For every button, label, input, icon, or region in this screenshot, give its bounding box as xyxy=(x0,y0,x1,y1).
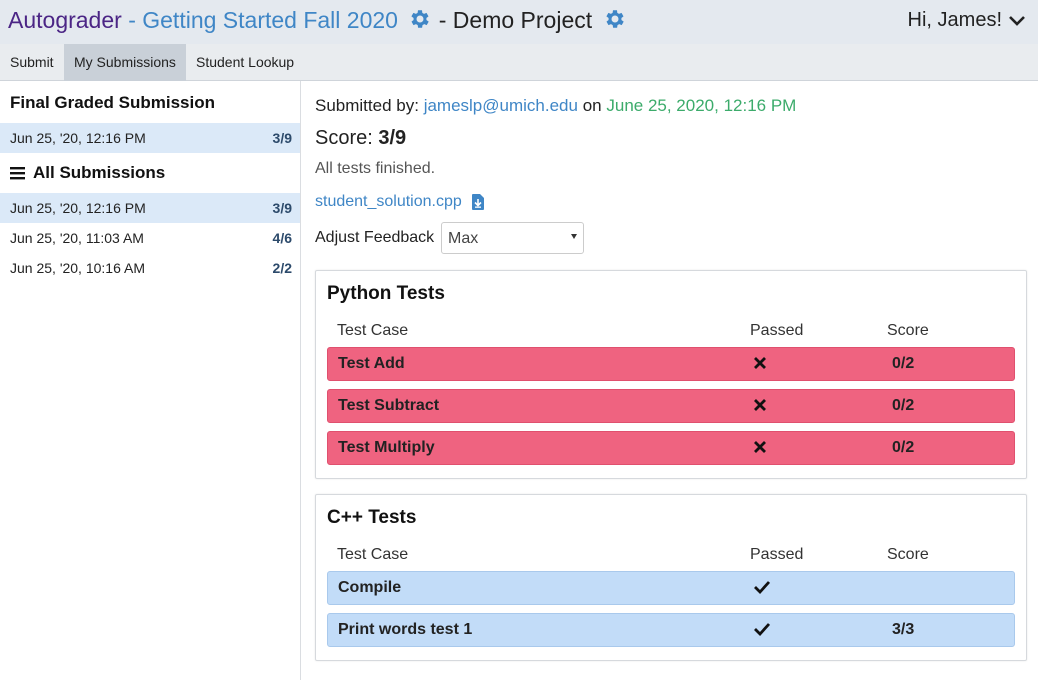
tab-student-lookup[interactable]: Student Lookup xyxy=(186,44,304,81)
score-line: Score: 3/9 xyxy=(315,127,406,150)
status-text: All tests finished. xyxy=(315,160,436,177)
col-header-score: Score xyxy=(887,322,929,339)
suite-title: Python Tests xyxy=(327,283,445,304)
project-settings-gear-icon[interactable] xyxy=(603,7,627,37)
breadcrumb: Autograder - Getting Started Fall 2020 -… xyxy=(8,6,627,37)
submission-timestamp: June 25, 2020, 12:16 PM xyxy=(606,96,797,115)
final-graded-heading: Final Graded Submission xyxy=(10,93,215,112)
tab-submit[interactable]: Submit xyxy=(0,44,64,81)
course-title[interactable]: - Getting Started Fall 2020 xyxy=(128,7,398,33)
test-row[interactable]: Test Subtract 0/2 xyxy=(327,389,1015,423)
submission-date: Jun 25, '20, 11:03 AM xyxy=(10,230,144,246)
test-name: Test Subtract xyxy=(338,397,440,414)
check-icon xyxy=(753,579,771,600)
submissions-sidebar: Final Graded Submission Jun 25, '20, 12:… xyxy=(0,81,301,680)
test-score: 0/2 xyxy=(892,355,915,372)
test-name: Compile xyxy=(338,579,402,596)
tab-bar: Submit My Submissions Student Lookup xyxy=(0,44,1038,81)
project-title[interactable]: - Demo Project xyxy=(439,7,592,33)
submission-item[interactable]: Jun 25, '20, 10:16 AM 2/2 xyxy=(0,253,300,283)
on-label: on xyxy=(582,96,602,115)
suite-panel-cpp: C++ Tests Test Case Passed Score Compile… xyxy=(315,494,1027,661)
test-name: Test Add xyxy=(338,355,405,372)
submission-score: 3/9 xyxy=(272,200,292,216)
test-row[interactable]: Test Add 0/2 xyxy=(327,347,1015,381)
feedback-select[interactable]: Max xyxy=(441,222,584,254)
user-greeting: Hi, James! xyxy=(907,9,1002,31)
check-icon xyxy=(753,621,771,642)
submitted-by-line: Submitted by: jameslp@umich.edu on June … xyxy=(315,96,796,116)
submitted-by-label: Submitted by: xyxy=(315,96,419,115)
download-file-icon[interactable] xyxy=(471,194,484,210)
submission-date: Jun 25, '20, 12:16 PM xyxy=(10,200,146,216)
suite-title: C++ Tests xyxy=(327,507,417,528)
test-score: 0/2 xyxy=(892,439,915,456)
all-submissions-heading[interactable]: All Submissions xyxy=(10,163,165,183)
chevron-down-icon xyxy=(1009,15,1025,26)
test-row[interactable]: Print words test 1 3/3 xyxy=(327,613,1015,647)
submission-score: 4/6 xyxy=(272,230,292,246)
user-menu[interactable]: Hi, James! xyxy=(908,9,1026,32)
app-title[interactable]: Autograder xyxy=(8,7,122,33)
test-name: Test Multiply xyxy=(338,439,435,456)
hamburger-menu-icon xyxy=(10,167,25,180)
file-link[interactable]: student_solution.cpp xyxy=(315,193,462,211)
col-header-test-case: Test Case xyxy=(337,546,409,563)
test-row[interactable]: Compile xyxy=(327,571,1015,605)
file-download: student_solution.cpp xyxy=(315,193,484,211)
adjust-feedback-label: Adjust Feedback xyxy=(315,229,435,246)
submitter-email-link[interactable]: jameslp@umich.edu xyxy=(424,96,578,115)
score-value: 3/9 xyxy=(378,127,407,149)
submission-item[interactable]: Jun 25, '20, 12:16 PM 3/9 xyxy=(0,193,300,223)
final-submission-item[interactable]: Jun 25, '20, 12:16 PM 3/9 xyxy=(0,123,300,153)
col-header-passed: Passed xyxy=(750,322,804,339)
all-submissions-label: All Submissions xyxy=(33,163,166,182)
top-header: Autograder - Getting Started Fall 2020 -… xyxy=(0,0,1038,44)
test-score: 3/3 xyxy=(892,621,915,638)
test-name: Print words test 1 xyxy=(338,621,473,638)
test-row[interactable]: Test Multiply 0/2 xyxy=(327,431,1015,465)
submission-item[interactable]: Jun 25, '20, 11:03 AM 4/6 xyxy=(0,223,300,253)
submission-date: Jun 25, '20, 12:16 PM xyxy=(10,130,146,146)
x-icon xyxy=(753,439,767,460)
col-header-test-case: Test Case xyxy=(337,322,409,339)
col-header-passed: Passed xyxy=(750,546,804,563)
submission-score: 3/9 xyxy=(272,130,292,146)
submission-date: Jun 25, '20, 10:16 AM xyxy=(10,260,145,276)
tab-my-submissions[interactable]: My Submissions xyxy=(64,44,186,81)
test-score: 0/2 xyxy=(892,397,915,414)
x-icon xyxy=(753,397,767,418)
suite-panel-python: Python Tests Test Case Passed Score Test… xyxy=(315,270,1027,479)
submission-score: 2/2 xyxy=(272,260,292,276)
course-settings-gear-icon[interactable] xyxy=(408,7,432,37)
score-label: Score: xyxy=(315,127,373,149)
col-header-score: Score xyxy=(887,546,929,563)
x-icon xyxy=(753,355,767,376)
